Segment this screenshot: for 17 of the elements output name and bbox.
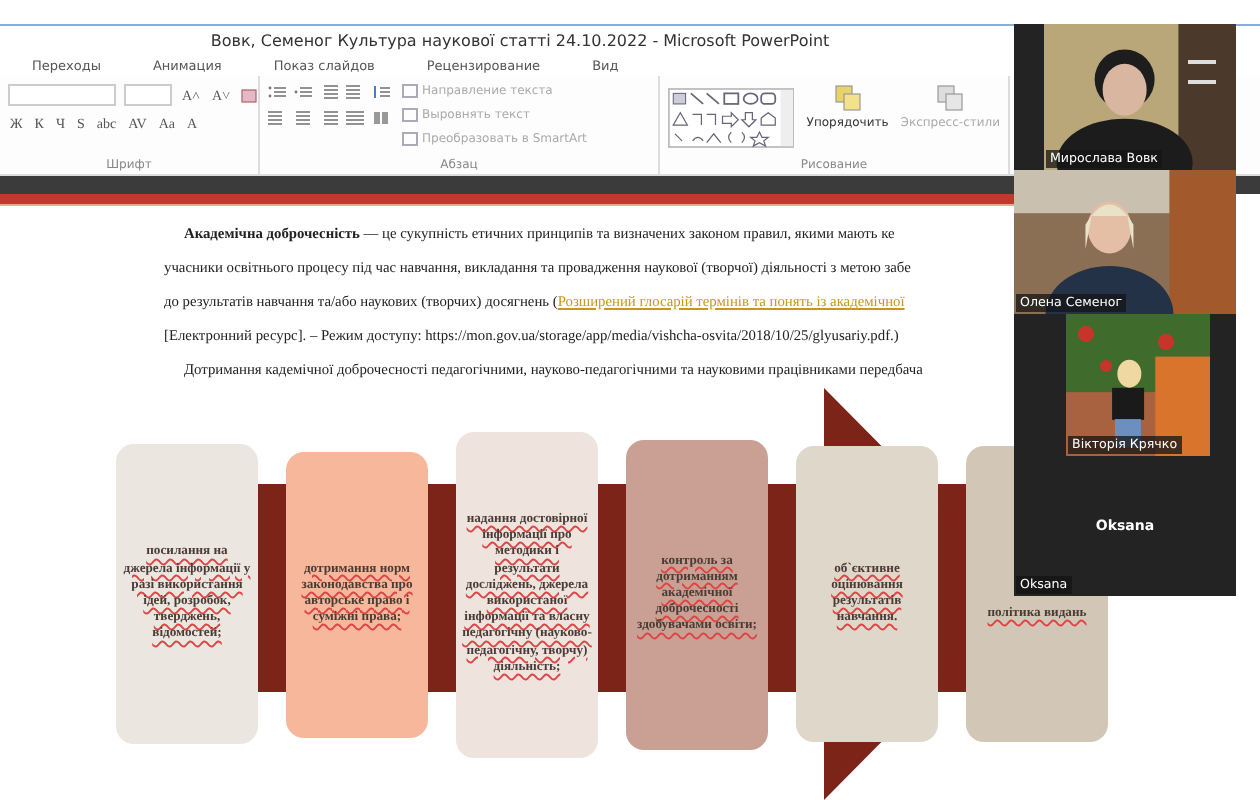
line-spacing-icon[interactable]	[372, 84, 390, 101]
align-center-icon[interactable]	[294, 110, 312, 127]
font-name-field[interactable]	[8, 84, 116, 107]
font-size-field[interactable]	[124, 84, 172, 107]
text-box-icon	[402, 84, 418, 99]
stacked-squares-icon	[936, 84, 965, 113]
numbered-list-icon[interactable]	[294, 84, 312, 101]
text-box-icon	[402, 132, 418, 147]
shapes-gallery-icon[interactable]	[668, 84, 795, 153]
align-left-icon[interactable]	[268, 110, 286, 127]
bullet-list-icon[interactable]	[268, 84, 286, 101]
stacked-squares-icon	[833, 84, 862, 113]
text-box-icon	[402, 108, 418, 123]
window-title: Вовк, Семеног Культура наукової статті 24.10.2022 - Microsoft PowerPoint	[210, 31, 830, 50]
align-right-icon[interactable]	[320, 110, 338, 127]
columns-icon[interactable]	[372, 110, 390, 127]
justify-icon[interactable]	[346, 110, 364, 127]
